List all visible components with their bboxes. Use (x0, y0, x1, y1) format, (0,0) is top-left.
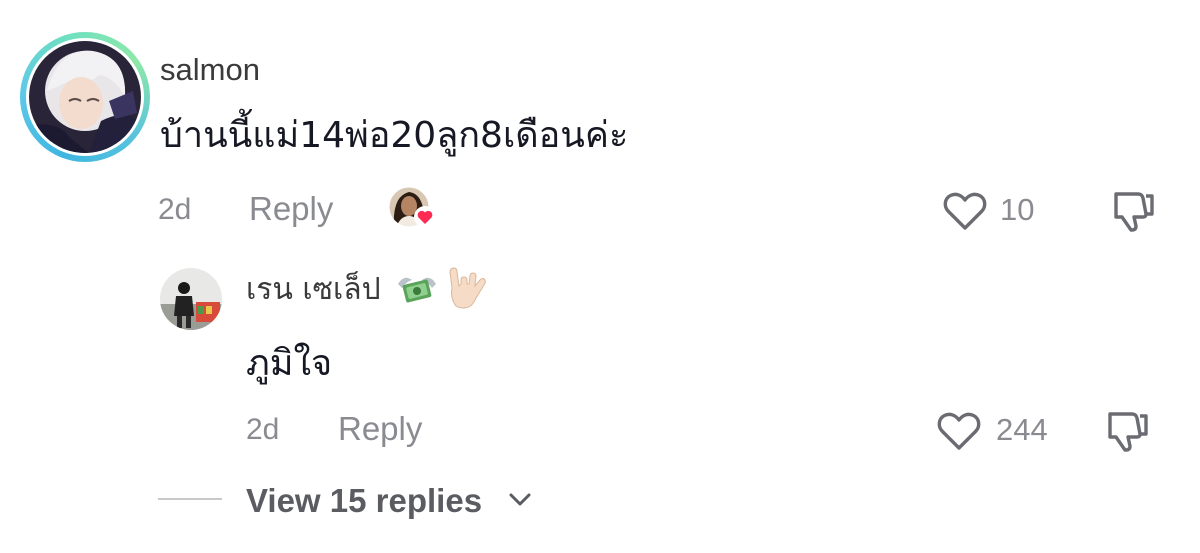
avatar-image (160, 268, 222, 330)
comment-text: ภูมิใจ (246, 343, 333, 384)
comment-text: บ้านนี้แม่14พ่อ20ลูก8เดือนค่ะ (160, 115, 629, 156)
comment-timestamp: 2d (158, 193, 192, 226)
money-with-wings-icon (398, 277, 436, 303)
dislike-thumb-icon[interactable] (1102, 406, 1150, 454)
like-count: 10 (1000, 192, 1035, 227)
avatar[interactable] (26, 38, 144, 156)
avatar-story-ring[interactable] (20, 32, 150, 162)
love-you-gesture-icon (449, 267, 486, 309)
comment-username[interactable]: เรน เซเล็ป (246, 270, 381, 310)
like-count: 244 (996, 412, 1048, 447)
comment-username[interactable]: salmon (160, 50, 260, 90)
view-replies-button[interactable]: View 15 replies (246, 480, 482, 522)
dislike-thumb-icon[interactable] (1108, 186, 1156, 234)
avatar[interactable] (160, 268, 222, 330)
replies-divider (158, 498, 222, 500)
like-heart-icon[interactable] (942, 190, 988, 232)
heart-badge-icon (414, 206, 436, 228)
reply-button[interactable]: Reply (249, 188, 333, 230)
reply-button[interactable]: Reply (338, 408, 422, 450)
like-heart-icon[interactable] (936, 410, 982, 452)
chevron-down-icon[interactable] (508, 490, 532, 510)
creator-liked-badge (388, 186, 436, 232)
avatar-image (29, 41, 141, 153)
comment-timestamp: 2d (246, 413, 280, 446)
